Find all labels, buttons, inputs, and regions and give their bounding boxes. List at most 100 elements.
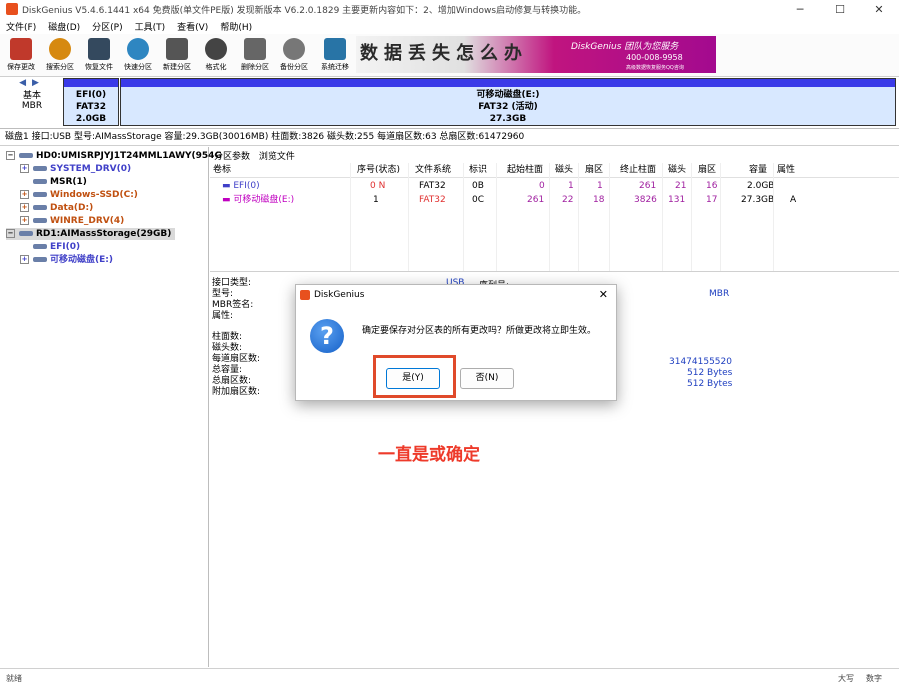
stack-icon <box>166 38 188 60</box>
disk-partition-bar: ◀▶ 基本 MBR EFI(0) FAT32 2.0GB 可移动磁盘(E:) F… <box>0 76 899 129</box>
system-migrate-button[interactable]: 系统迁移 <box>316 36 354 74</box>
tree-label: SYSTEM_DRV(0) <box>50 164 132 174</box>
disk-nav-arrows[interactable]: ◀▶ <box>4 78 60 88</box>
tree-label: Windows-SSD(C:) <box>50 190 138 200</box>
recover-files-button[interactable]: 恢复文件 <box>80 36 118 74</box>
app-logo-icon <box>300 290 310 300</box>
search-icon <box>49 38 71 60</box>
question-icon: ? <box>310 319 344 353</box>
title-bar: DiskGenius V5.4.6.1441 x64 免费版(单文件PE版) 发… <box>0 0 899 18</box>
tree-item-rd1[interactable]: − RD1:AIMassStorage(29GB) <box>6 228 176 240</box>
backup-partition-button[interactable]: 备份分区 <box>275 36 313 74</box>
cell-label: ▬ 可移动磁盘(E:) <box>222 193 294 207</box>
col-divider <box>609 163 610 271</box>
partition-block-removable[interactable]: 可移动磁盘(E:) FAT32 (活动) 27.3GB <box>120 78 896 126</box>
detail-sector-size: 512 Bytes <box>687 379 733 389</box>
quick-partition-button[interactable]: 快速分区 <box>119 36 157 74</box>
cell-capacity: 27.3GB <box>741 195 775 205</box>
expand-icon[interactable]: + <box>20 203 29 212</box>
cell-index: 1 <box>373 195 379 205</box>
toolbar-label: 删除分区 <box>241 63 269 71</box>
partition-row-icon: ▬ <box>222 181 234 191</box>
toolbar-label: 备份分区 <box>280 63 308 71</box>
cell-id: 0B <box>472 181 484 191</box>
tree-item-data[interactable]: + Data(D:) <box>20 202 93 214</box>
right-panel: 分区参数 浏览文件 卷标 序号(状态) 文件系统 标识 起始柱面 磁头 扇区 终… <box>210 147 899 667</box>
menu-help[interactable]: 帮助(H) <box>220 20 252 33</box>
tree-label: MSR(1) <box>50 177 87 187</box>
delete-partition-button[interactable]: 删除分区 <box>236 36 274 74</box>
partition-name: 可移动磁盘(E:) <box>476 90 540 100</box>
col-divider <box>463 163 464 271</box>
detail-sector-size: 512 Bytes <box>687 368 733 378</box>
tree-item-winre[interactable]: + WINRE_DRV(4) <box>20 215 124 227</box>
tree-item-removable[interactable]: + 可移动磁盘(E:) <box>20 254 113 266</box>
search-partition-button[interactable]: 搜索分区 <box>41 36 79 74</box>
confirm-save-dialog: DiskGenius ✕ ? 确定要保存对分区表的所有更改吗？所做更改将立即生效… <box>295 284 617 401</box>
close-window-button[interactable]: ✕ <box>859 0 899 18</box>
col-divider <box>720 163 721 271</box>
numlock-indicator: 数字 <box>866 674 882 683</box>
menu-tools[interactable]: 工具(T) <box>135 20 166 33</box>
disk-icon <box>127 38 149 60</box>
toolbar-label: 格式化 <box>205 63 227 71</box>
tab-browse-files[interactable]: 浏览文件 <box>259 152 295 162</box>
table-row[interactable]: ▬ 可移动磁盘(E:) 1 FAT32 0C 261 22 18 3826 13… <box>210 193 899 207</box>
minimize-button[interactable]: ─ <box>780 0 820 18</box>
detail-model-label: 型号: <box>212 289 234 299</box>
menu-file[interactable]: 文件(F) <box>6 20 36 33</box>
dialog-message: 确定要保存对分区表的所有更改吗？所做更改将立即生效。 <box>362 326 597 336</box>
menu-partition[interactable]: 分区(P) <box>92 20 122 33</box>
dialog-close-icon[interactable]: ✕ <box>599 285 608 305</box>
partition-size: 27.3GB <box>489 114 527 124</box>
banner-headline: 数据丢失怎么办 <box>360 43 528 64</box>
expand-icon[interactable]: + <box>20 216 29 225</box>
detail-capacity-label: 总容量: <box>212 365 243 375</box>
expand-icon[interactable]: + <box>20 190 29 199</box>
cell-attr: A <box>790 195 797 205</box>
usb-disk-icon <box>19 231 33 236</box>
col-divider <box>549 163 550 271</box>
cell-capacity: 2.0GB <box>747 181 775 191</box>
menu-disk[interactable]: 磁盘(D) <box>48 20 80 33</box>
save-changes-button[interactable]: 保存更改 <box>2 36 40 74</box>
tree-item-msr[interactable]: MSR(1) <box>20 176 87 188</box>
recover-icon <box>88 38 110 60</box>
tree-item-hd0[interactable]: − HD0:UMISRPJYJ1T24MML1AWY(954G <box>6 150 222 162</box>
col-capacity: 容量 <box>749 165 768 175</box>
new-partition-button[interactable]: 新建分区 <box>158 36 196 74</box>
col-fs: 文件系统 <box>415 165 452 175</box>
partition-icon <box>33 244 47 249</box>
tree-item-system-drv[interactable]: + SYSTEM_DRV(0) <box>20 163 131 175</box>
expand-icon[interactable]: + <box>20 255 29 264</box>
col-index: 序号(状态) <box>357 165 401 175</box>
cell-id: 0C <box>472 195 485 205</box>
no-button[interactable]: 否(N) <box>460 368 514 389</box>
partition-block-efi[interactable]: EFI(0) FAT32 2.0GB <box>63 78 119 126</box>
cell-start-cyl: 0 <box>539 181 545 191</box>
collapse-icon[interactable]: − <box>6 229 15 238</box>
detail-heads-label: 磁头数: <box>212 343 243 353</box>
table-row[interactable]: ▬ EFI(0) 0 N FAT32 0B 0 1 1 261 21 16 2.… <box>210 179 899 193</box>
format-button[interactable]: 格式化 <box>197 36 235 74</box>
col-divider <box>496 163 497 271</box>
tree-item-efi[interactable]: EFI(0) <box>20 241 80 253</box>
tree-item-windows-ssd[interactable]: + Windows-SSD(C:) <box>20 189 138 201</box>
collapse-icon[interactable]: − <box>6 151 15 160</box>
tab-partition-params[interactable]: 分区参数 <box>214 152 250 162</box>
tree-label: Data(D:) <box>50 203 94 213</box>
harddisk-icon <box>19 153 33 158</box>
toolbar-label: 快速分区 <box>124 63 152 71</box>
col-divider <box>350 163 351 271</box>
col-end-sector: 扇区 <box>698 165 717 175</box>
cell-start-cyl: 261 <box>527 195 545 205</box>
maximize-button[interactable]: ☐ <box>820 0 860 18</box>
cell-end-head: 131 <box>668 195 686 205</box>
partition-table: 卷标 序号(状态) 文件系统 标识 起始柱面 磁头 扇区 终止柱面 磁头 扇区 … <box>210 163 899 272</box>
cell-fs: FAT32 <box>419 195 446 205</box>
expand-icon[interactable]: + <box>20 164 29 173</box>
dialog-title: DiskGenius <box>314 290 365 300</box>
ad-banner[interactable]: 数据丢失怎么办 DiskGenius 团队为您服务 400-008-9958 高… <box>356 36 716 73</box>
menu-view[interactable]: 查看(V) <box>177 20 208 33</box>
col-start-sector: 扇区 <box>585 165 604 175</box>
